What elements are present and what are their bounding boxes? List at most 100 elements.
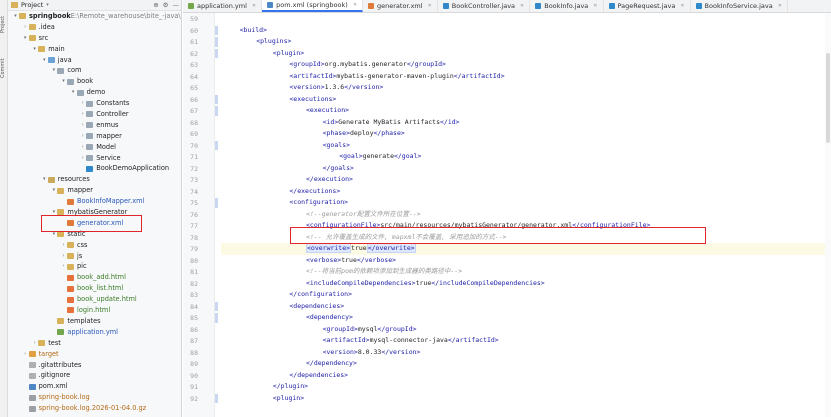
tree-item[interactable]: › test xyxy=(8,338,181,349)
code-line[interactable]: <artifactId>mybatis-generator-maven-plug… xyxy=(223,71,504,83)
chevron-down-icon[interactable]: ▾ xyxy=(46,2,49,8)
editor-tab[interactable]: generator.xml ✕ xyxy=(363,0,438,12)
tree-item[interactable]: templates xyxy=(8,316,181,327)
chevron-right-icon[interactable]: › xyxy=(79,120,86,131)
fold-marker[interactable] xyxy=(215,301,218,311)
code-line[interactable]: <execution> xyxy=(223,105,349,117)
fold-marker[interactable] xyxy=(215,393,218,403)
chevron-right-icon[interactable]: › xyxy=(60,251,67,262)
fold-marker[interactable] xyxy=(215,37,218,47)
chevron-right-icon[interactable]: › xyxy=(31,338,38,349)
code-line[interactable]: </dependency> xyxy=(223,358,357,370)
close-icon[interactable]: ✕ xyxy=(593,3,597,9)
tree-item[interactable]: ▾ com xyxy=(8,65,181,76)
code-line[interactable]: <configuration> xyxy=(223,197,348,209)
fold-marker[interactable] xyxy=(215,94,218,104)
close-icon[interactable]: ✕ xyxy=(680,3,684,9)
code-line[interactable]: <includeCompileDependencies>true</includ… xyxy=(223,278,545,290)
code-line[interactable]: <phase>deploy</phase> xyxy=(223,128,405,140)
scrollbar-thumb[interactable] xyxy=(826,53,830,143)
code-line[interactable]: <dependency> xyxy=(223,312,353,324)
fold-marker[interactable] xyxy=(215,48,218,58)
editor-tab[interactable]: application.yml ✕ xyxy=(183,0,263,12)
tree-item[interactable]: ▾ springbook E:\Remote_warehouse\bite_-ja… xyxy=(8,11,181,22)
code-line[interactable]: <plugin> xyxy=(223,48,304,60)
chevron-down-icon[interactable]: ▾ xyxy=(50,185,57,196)
fold-marker[interactable] xyxy=(215,25,218,35)
code-line[interactable]: <verbose>true</verbose> xyxy=(223,255,396,267)
code-line[interactable]: <groupId>org.mybatis.generator</groupId> xyxy=(223,59,446,71)
code-line[interactable]: <!-- 允许覆盖生成的文件, mapxml不会覆盖, 采用追加的方式--> xyxy=(223,232,506,244)
code-line[interactable]: <executions> xyxy=(223,94,336,106)
tree-item[interactable]: book_update.html xyxy=(8,294,181,305)
tree-item[interactable]: › Constants xyxy=(8,98,181,109)
fold-marker[interactable] xyxy=(215,140,218,150)
tree-item[interactable]: › pic xyxy=(8,261,181,272)
editor-tab[interactable]: BookInfoService.java ✕ xyxy=(691,0,788,12)
chevron-down-icon[interactable]: ▾ xyxy=(60,76,67,87)
tree-item[interactable]: book_add.html xyxy=(8,272,181,283)
tree-item[interactable]: spring-book.log.2026-01-04.0.gz xyxy=(8,403,181,414)
code-line[interactable]: <version>1.3.6</version> xyxy=(223,82,383,94)
tree-item[interactable]: ▾ static xyxy=(8,229,181,240)
editor-tab[interactable]: pom.xml (springbook) ✕ xyxy=(262,0,364,12)
project-tool-tab[interactable]: Project xyxy=(0,4,8,44)
tree-item[interactable]: .gitignore xyxy=(8,370,181,381)
code-line[interactable]: <!--将当前pom的依赖项添加到生成器的类路径中--> xyxy=(223,266,462,278)
code-line[interactable]: <goals> xyxy=(223,140,350,152)
close-icon[interactable]: ✕ xyxy=(520,3,524,9)
code-line[interactable]: <goal>generate</goal> xyxy=(223,151,421,163)
gear-icon[interactable]: ⚙ xyxy=(163,1,169,9)
chevron-right-icon[interactable]: › xyxy=(22,349,29,360)
code-line[interactable]: </plugin> xyxy=(223,381,308,393)
editor-tab[interactable]: PageRequest.java ✕ xyxy=(604,0,691,12)
tree-item[interactable]: ▾ mybatisGenerator xyxy=(8,207,181,218)
close-icon[interactable]: ✕ xyxy=(252,3,256,9)
tree-item[interactable]: › mapper xyxy=(8,131,181,142)
code-line[interactable]: <overwrite>true</overwrite> xyxy=(221,243,831,255)
code-line[interactable]: <artifactId>mysql-connector-java</artifa… xyxy=(223,335,499,347)
chevron-right-icon[interactable]: › xyxy=(60,240,67,251)
editor-tab[interactable]: BookController.java ✕ xyxy=(438,0,531,12)
code-line[interactable]: <build> xyxy=(223,25,267,37)
code-line[interactable]: </goals> xyxy=(223,163,354,175)
commit-tool-tab[interactable]: Commit xyxy=(0,50,8,86)
close-icon[interactable]: ✕ xyxy=(778,3,782,9)
tree-item[interactable]: ▾ main xyxy=(8,44,181,55)
code-line[interactable]: <plugin> xyxy=(223,393,304,405)
editor-scrollbar[interactable] xyxy=(825,13,831,417)
tree-item[interactable]: › css xyxy=(8,240,181,251)
chevron-down-icon[interactable]: ▾ xyxy=(31,44,38,55)
code-line[interactable]: <id>Generate MyBatis Artifacts</id> xyxy=(223,117,460,129)
tree-item[interactable]: BookDemoApplication xyxy=(8,163,181,174)
tree-item[interactable]: spring-book.log xyxy=(8,392,181,403)
tree-item[interactable]: login.html xyxy=(8,305,181,316)
fold-marker[interactable] xyxy=(215,198,218,208)
code-line[interactable]: <groupId>mysql</groupId> xyxy=(223,324,417,336)
chevron-down-icon[interactable]: ▾ xyxy=(41,55,48,66)
tree-item[interactable]: ▾ demo xyxy=(8,87,181,98)
code-line[interactable]: <dependencies> xyxy=(223,301,344,313)
chevron-right-icon[interactable]: › xyxy=(79,109,86,120)
tree-item[interactable]: application.yml xyxy=(8,327,181,338)
chevron-down-icon[interactable]: ▾ xyxy=(41,174,48,185)
code-line[interactable]: <plugins> xyxy=(223,36,291,48)
tree-item[interactable]: ▾ mapper xyxy=(8,185,181,196)
code-line[interactable]: </executions> xyxy=(223,186,340,198)
tree-item[interactable]: › Service xyxy=(8,153,181,164)
tree-item[interactable]: › target xyxy=(8,349,181,360)
tree-item[interactable]: ▾ java xyxy=(8,55,181,66)
chevron-down-icon[interactable]: ▾ xyxy=(22,33,29,44)
code-line[interactable]: </execution> xyxy=(223,174,353,186)
chevron-right-icon[interactable]: › xyxy=(79,98,86,109)
chevron-down-icon[interactable]: ▾ xyxy=(50,229,57,240)
chevron-down-icon[interactable]: ▾ xyxy=(12,11,19,22)
code-line[interactable]: <configurationFile>src/main/resources/my… xyxy=(223,220,650,232)
chevron-right-icon[interactable]: › xyxy=(22,22,29,33)
code-line[interactable]: </dependencies> xyxy=(223,370,348,382)
chevron-right-icon[interactable]: › xyxy=(79,153,86,164)
tree-item[interactable]: .gitattributes xyxy=(8,360,181,371)
fold-marker[interactable] xyxy=(215,313,218,323)
project-panel-title[interactable]: Project xyxy=(21,1,43,9)
code-line[interactable]: <!--generator配置文件所在位置--> xyxy=(223,209,421,221)
